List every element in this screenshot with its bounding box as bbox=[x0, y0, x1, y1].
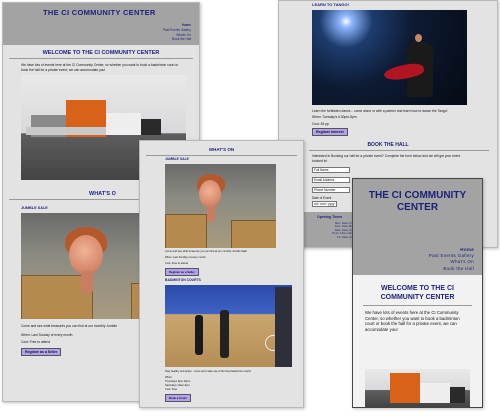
screenshot-mobile-home: THE CI COMMUNITY CENTER Home Past Events… bbox=[352, 178, 483, 408]
email-field[interactable]: Email Address bbox=[312, 177, 350, 183]
opening-times-heading: Opening Times bbox=[317, 215, 343, 219]
date-label: Date of Event bbox=[312, 196, 332, 200]
nav-gallery[interactable]: Past Events Gallery bbox=[163, 28, 191, 33]
screenshot-whats-on: WHAT'S ON JUMBLE SALE Come and see what … bbox=[139, 140, 304, 408]
mobile-header: THE CI COMMUNITY CENTER Home Past Events… bbox=[353, 179, 482, 275]
welcome-heading: WELCOME TO THE CI COMMUNITY CENTER bbox=[42, 50, 160, 56]
divider bbox=[146, 155, 297, 156]
badminton-photo bbox=[165, 285, 292, 367]
mobile-welcome-heading: WELCOME TO THE CI COMMUNITY CENTER bbox=[380, 285, 455, 301]
intro-text: We have lots of events here at the CI Co… bbox=[21, 63, 179, 72]
tango-heading: LEARN TO TANGO! bbox=[312, 2, 349, 7]
tango-cost: Cost: £5 pp bbox=[312, 122, 329, 126]
phone-field[interactable]: Phone Number bbox=[312, 187, 350, 193]
register-seller-button[interactable]: Register as a Seller bbox=[165, 268, 199, 276]
jumble-cost: Cost: Free to attend bbox=[21, 340, 51, 344]
tango-photo bbox=[312, 10, 467, 105]
opening-times-list: Mon: 10am-7pm Tues: 10am-8pm Wed: 10am-7… bbox=[330, 222, 354, 239]
whats-on-heading: WHAT'S O bbox=[89, 191, 116, 197]
badminton-caption: Stay healthy and active - come and make … bbox=[165, 370, 252, 373]
jumble-photo bbox=[165, 164, 276, 248]
booking-form: Full Name Email Address Phone Number Dat… bbox=[312, 166, 350, 207]
jumble-when: When: Last Sunday of every month bbox=[165, 256, 206, 259]
register-interest-button[interactable]: Register Interest bbox=[312, 128, 348, 136]
jumble-caption: Come and see what treasures you can find… bbox=[165, 250, 248, 253]
full-name-field[interactable]: Full Name bbox=[312, 167, 350, 173]
tango-when: When: Tuesday's 6:30pm-8pm bbox=[312, 115, 357, 119]
jumble-when: When: Last Sunday of every month bbox=[21, 333, 73, 337]
nav-book-hall[interactable]: Book the Hall bbox=[429, 266, 474, 272]
book-intro: Interested in Booking our hall for a pri… bbox=[312, 154, 461, 163]
register-seller-button[interactable]: Register as a Seller bbox=[21, 348, 62, 356]
nav-book-hall[interactable]: Book the Hall bbox=[163, 37, 191, 42]
mobile-intro: We have lots of events here at the CI Co… bbox=[365, 310, 460, 332]
date-field[interactable]: dd / mm / yyyy bbox=[312, 201, 337, 207]
jumble-heading: JUMBLE SALE bbox=[165, 157, 189, 161]
badminton-heading: BADMINTON COURTS bbox=[165, 278, 201, 282]
divider bbox=[363, 305, 472, 306]
site-nav: Home Past Events Gallery What's On Book … bbox=[163, 23, 191, 42]
mobile-nav: Home Past Events Gallery What's On Book … bbox=[429, 247, 474, 272]
time-fri: Fri: 10am-7pm bbox=[337, 235, 354, 239]
site-header: THE CI COMMUNITY CENTER Home Past Events… bbox=[3, 3, 199, 45]
jumble-cost: Cost: Free to attend bbox=[165, 262, 188, 265]
badminton-cost: Cost: Free bbox=[165, 388, 178, 391]
book-court-button[interactable]: Book a Court bbox=[165, 394, 191, 402]
jumble-heading: JUMBLE SALE bbox=[21, 206, 48, 210]
book-hall-heading: BOOK THE HALL bbox=[367, 142, 409, 148]
site-title: THE CI COMMUNITY CENTER bbox=[43, 8, 156, 17]
mobile-title: THE CI COMMUNITY CENTER bbox=[368, 190, 467, 213]
whats-on-heading: WHAT'S ON bbox=[208, 147, 235, 152]
tango-caption: Learn the forbidden dance... come alone … bbox=[312, 109, 448, 113]
divider bbox=[9, 58, 193, 59]
mobile-building-photo bbox=[365, 369, 470, 407]
